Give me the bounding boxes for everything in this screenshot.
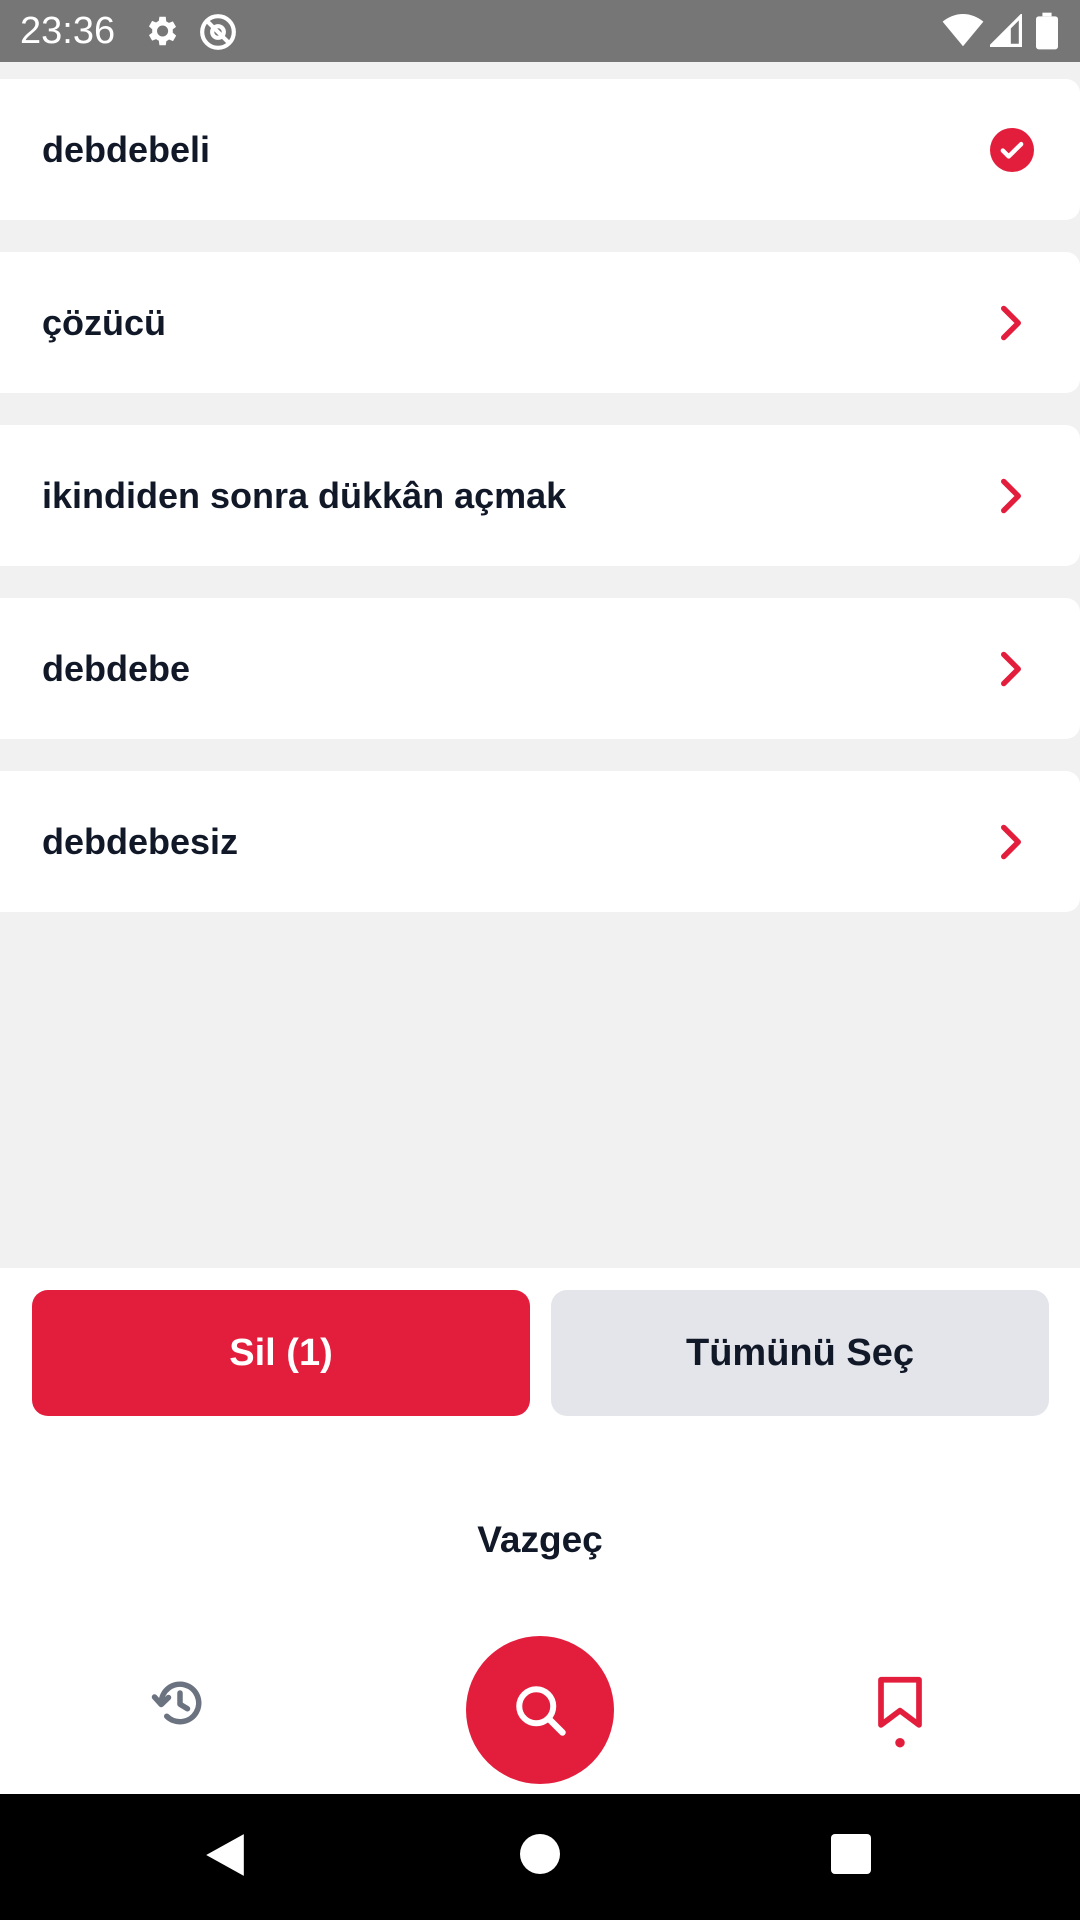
home-icon[interactable]: [520, 1834, 560, 1874]
list-item-label: çözücü: [42, 301, 167, 343]
wifi-icon: [942, 14, 984, 47]
recents-icon[interactable]: [831, 1834, 871, 1874]
at-sign-icon: [200, 14, 236, 50]
chevron-right-icon: [1001, 478, 1021, 513]
system-navigation-bar: [0, 1794, 1080, 1920]
search-button[interactable]: [466, 1636, 614, 1784]
list-item-label: ikindiden sonra dükkân açmak: [42, 474, 567, 516]
back-icon[interactable]: [204, 1832, 246, 1878]
battery-icon: [1036, 12, 1058, 50]
check-circle-icon[interactable]: [990, 127, 1034, 172]
settings-icon: [148, 16, 177, 46]
list-item[interactable]: çözücü: [0, 252, 1080, 393]
search-icon: [516, 1686, 566, 1736]
select-all-button[interactable]: Tümünü Seç: [551, 1290, 1049, 1416]
list-item[interactable]: debdebe: [0, 598, 1080, 739]
status-bar: 23:36: [0, 0, 1080, 62]
list-item-label: debdebesiz: [42, 820, 239, 862]
list-item-label: debdebe: [42, 647, 191, 689]
bookmarks-tab[interactable]: [876, 1675, 924, 1756]
chevron-right-icon: [1001, 651, 1021, 686]
bookmark-icon: [878, 1676, 922, 1748]
chevron-right-icon: [1001, 305, 1021, 340]
chevron-right-icon: [1001, 824, 1021, 859]
signal-icon: [990, 14, 1022, 47]
status-time: 23:36: [20, 10, 116, 52]
list-item[interactable]: ikindiden sonra dükkân açmak: [0, 425, 1080, 566]
selection-action-sheet: Sil (1) Tümünü Seç Vazgeç: [0, 1268, 1080, 1794]
list-item[interactable]: debdebesiz: [0, 771, 1080, 912]
saved-words-list: debdebeli çözücü ikindiden sonra dükkân …: [0, 79, 1080, 944]
history-icon[interactable]: [150, 1673, 210, 1733]
list-item[interactable]: debdebeli: [0, 79, 1080, 220]
delete-button[interactable]: Sil (1): [32, 1290, 530, 1416]
list-item-label: debdebeli: [42, 128, 211, 170]
cancel-button[interactable]: Vazgeç: [390, 1500, 690, 1580]
